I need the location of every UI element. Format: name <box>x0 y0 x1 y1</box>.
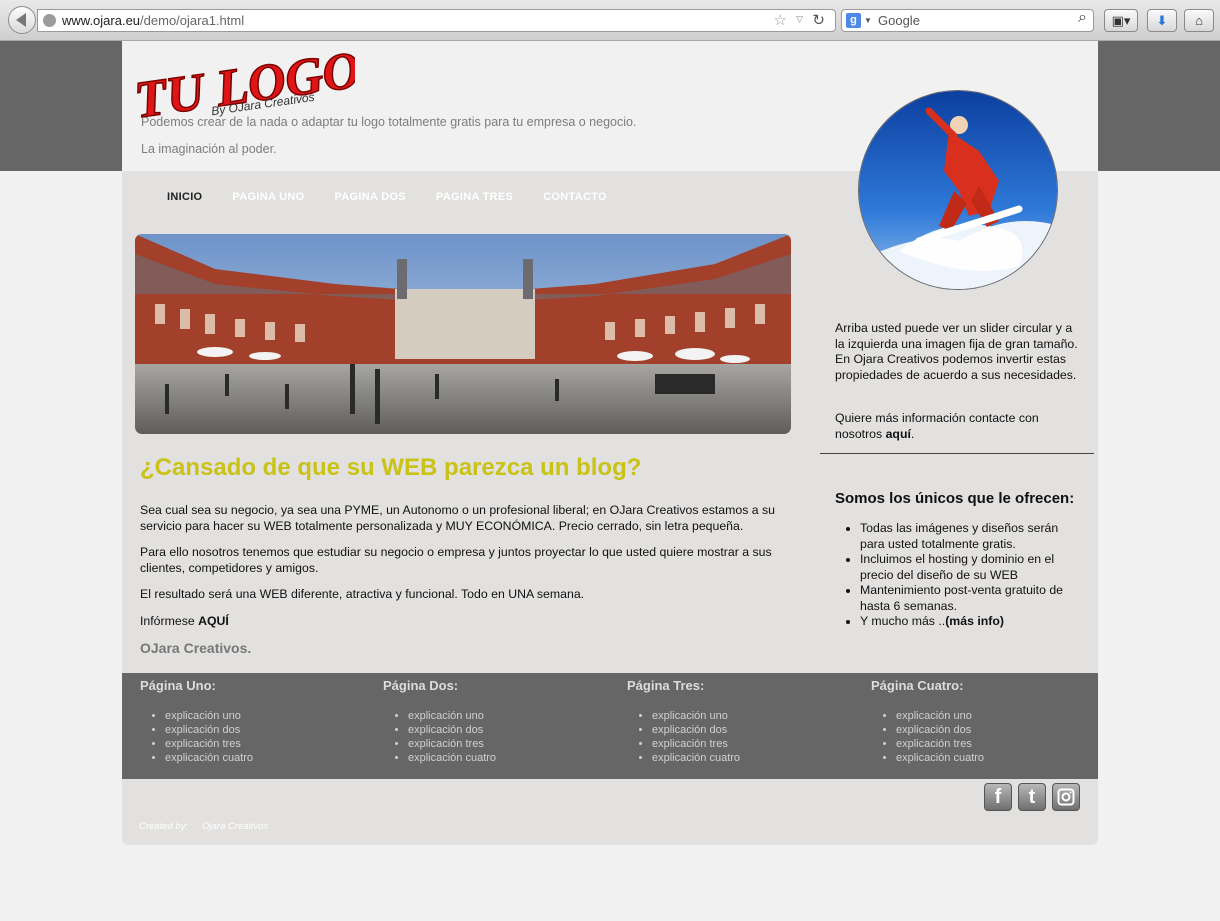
list-item: Incluimos el hosting y dominio en el pre… <box>860 552 1085 583</box>
reload-icon[interactable]: ↻ <box>812 11 825 29</box>
more-info-link[interactable]: (más info) <box>945 614 1004 628</box>
footer-link[interactable]: explicación uno <box>408 709 605 723</box>
footer-link[interactable]: explicación tres <box>408 737 605 751</box>
credit-label: Created by: <box>139 821 189 832</box>
footer-link[interactable]: explicación uno <box>165 709 362 723</box>
footer-link[interactable]: explicación uno <box>652 709 849 723</box>
nav-item-pagina-dos[interactable]: PAGINA DOS <box>334 191 405 203</box>
site-credits: Created by: Ojara Creativos <box>139 821 282 832</box>
list-more-prefix: Y mucho más .. <box>860 614 946 628</box>
sidebar-contact: Quiere más información contacte con noso… <box>835 411 1080 442</box>
header-motto: La imaginación al poder. <box>141 142 277 156</box>
sidebar-divider <box>820 453 1094 454</box>
nav-item-contacto[interactable]: CONTACTO <box>543 191 607 203</box>
globe-icon <box>43 14 56 27</box>
intro-paragraph: Sea cual sea su negocio, ya sea una PYME… <box>140 503 776 533</box>
google-icon[interactable]: g <box>846 13 861 28</box>
nav-item-inicio[interactable]: INICIO <box>167 191 202 203</box>
footer-link[interactable]: explicación dos <box>165 723 362 737</box>
footer-column-title: Página Uno: <box>140 678 216 693</box>
footer-link[interactable]: explicación cuatro <box>408 751 605 765</box>
sidebar-title: Somos los únicos que le ofrecen: <box>835 490 1075 507</box>
search-input[interactable]: Google <box>878 13 920 28</box>
back-button[interactable] <box>8 6 36 34</box>
sidebar-description: Arriba usted puede ver un slider circula… <box>835 321 1078 382</box>
plaza-panorama-image <box>135 234 791 434</box>
home-icon: ⌂ <box>1195 13 1203 28</box>
facebook-icon[interactable]: f <box>984 783 1012 811</box>
footer-column-pagina-dos: Página Dos: explicación uno explicación … <box>365 678 605 765</box>
footer-link[interactable]: explicación tres <box>896 737 1093 751</box>
footer-column-pagina-tres: Página Tres: explicación uno explicación… <box>609 678 849 765</box>
info-prefix: Infórmese <box>140 614 199 628</box>
sidebar-contact-link[interactable]: aquí <box>886 427 911 441</box>
footer-column-title: Página Cuatro: <box>871 678 964 693</box>
list-item: Y mucho más ..(más info) <box>860 614 1085 630</box>
downloads-button[interactable]: ⬇ <box>1147 9 1177 32</box>
page-container: TU LOGO By OJara Creativos Podemos crear… <box>122 41 1098 845</box>
footer-link[interactable]: explicación cuatro <box>165 751 362 765</box>
main-headline: ¿Cansado de que su WEB parezca un blog? <box>140 454 642 481</box>
footer-column-pagina-cuatro: Página Cuatro: explicación uno explicaci… <box>853 678 1093 765</box>
home-button[interactable]: ⌂ <box>1184 9 1214 32</box>
brand-signature: OJara Creativos. <box>140 640 252 656</box>
study-paragraph: Para ello nosotros tenemos que estudiar … <box>140 545 772 575</box>
benefits-list: Todas las imágenes y diseños serán para … <box>835 521 1085 630</box>
footer-links: Página Uno: explicación uno explicación … <box>122 673 1098 779</box>
download-arrow-icon: ⬇ <box>1156 12 1168 28</box>
sidebar-contact-prefix: Quiere más información contacte con noso… <box>835 411 1039 441</box>
footer-link[interactable]: explicación uno <box>896 709 1093 723</box>
bookmarks-icon: ▣▾ <box>1111 12 1131 28</box>
main-nav: INICIO PAGINA UNO PAGINA DOS PAGINA TRES… <box>167 191 637 203</box>
search-icon[interactable]: ⌕ <box>1078 9 1087 27</box>
url-dropdown-icon[interactable]: ▽ <box>796 14 803 25</box>
footer-link[interactable]: explicación cuatro <box>896 751 1093 765</box>
bookmark-star-icon[interactable]: ☆ <box>774 11 787 29</box>
twitter-glyph: t <box>1028 785 1036 808</box>
snowboarder-image <box>859 91 1057 289</box>
footer-column-title: Página Dos: <box>383 678 459 693</box>
footer-link[interactable]: explicación dos <box>408 723 605 737</box>
url-host: www.ojara.eu <box>62 13 141 28</box>
facebook-glyph: f <box>994 785 1002 808</box>
url-text: www.ojara.eu/demo/ojara1.html <box>62 13 244 28</box>
url-path: /demo/ojara1.html <box>140 13 245 28</box>
footer-column-title: Página Tres: <box>627 678 705 693</box>
result-paragraph: El resultado será una WEB diferente, atr… <box>140 587 585 601</box>
circular-slider[interactable] <box>858 90 1058 290</box>
footer-link[interactable]: explicación tres <box>165 737 362 751</box>
list-item: Todas las imágenes y diseños serán para … <box>860 521 1085 552</box>
info-link[interactable]: AQUÍ <box>198 614 229 628</box>
hero-banner-image <box>135 234 791 434</box>
instagram-icon[interactable] <box>1052 783 1080 811</box>
sidebar-contact-suffix: . <box>910 426 915 441</box>
nav-item-pagina-tres[interactable]: PAGINA TRES <box>436 191 513 203</box>
site-logo[interactable]: TU LOGO By OJara Creativos <box>130 45 355 121</box>
back-arrow-icon <box>15 13 26 27</box>
info-paragraph: Infórmese AQUÍ <box>140 613 800 629</box>
footer-column-pagina-uno: Página Uno: explicación uno explicación … <box>122 678 362 765</box>
nav-item-pagina-uno[interactable]: PAGINA UNO <box>232 191 304 203</box>
footer-link[interactable]: explicación cuatro <box>652 751 849 765</box>
footer-link[interactable]: explicación dos <box>896 723 1093 737</box>
browser-toolbar: www.ojara.eu/demo/ojara1.html ☆ ▽ ↻ g ▼ … <box>0 0 1220 41</box>
credit-name[interactable]: Ojara Creativos <box>202 821 268 832</box>
twitter-icon[interactable]: t <box>1018 783 1046 811</box>
footer-link[interactable]: explicación dos <box>652 723 849 737</box>
bookmarks-button[interactable]: ▣▾ <box>1104 9 1138 32</box>
search-bar[interactable]: g ▼ Google ⌕ <box>841 9 1094 32</box>
address-bar[interactable]: www.ojara.eu/demo/ojara1.html ☆ ▽ ↻ <box>37 9 836 32</box>
search-engine-caret-icon[interactable]: ▼ <box>864 16 872 25</box>
instagram-glyph <box>1057 788 1075 806</box>
header-tagline: Podemos crear de la nada o adaptar tu lo… <box>141 115 637 129</box>
list-item: Mantenimiento post-venta gratuito de has… <box>860 583 1085 614</box>
footer-link[interactable]: explicación tres <box>652 737 849 751</box>
